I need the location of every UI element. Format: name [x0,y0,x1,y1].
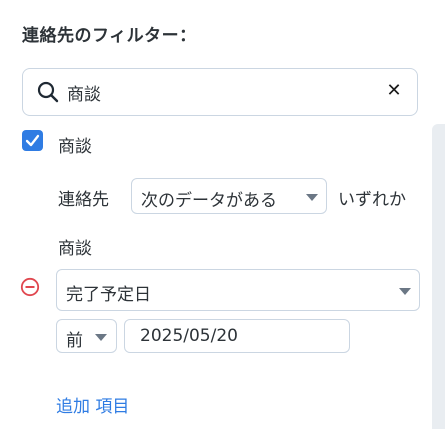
property-select-value: 完了予定日 [66,285,151,305]
add-item-link[interactable]: 追加 項目 [56,392,129,417]
search-icon [37,81,59,103]
object-label: 連絡先 [58,190,109,210]
remove-circle-icon[interactable] [20,277,40,297]
search-input-value[interactable]: 商談 [67,80,101,105]
checkmark-icon [25,134,40,147]
date-input-value[interactable]: 2025/05/20 [140,326,238,346]
checkbox-label: 商談 [58,137,92,157]
operator-select-value: 前 [66,331,83,351]
search-field[interactable]: 商談 ✕ [22,68,418,116]
quantifier-label: いずれか [338,190,406,210]
chevron-down-icon [399,288,411,295]
sub-object-label: 商談 [58,239,92,259]
panel-title: 連絡先のフィルター： [22,26,197,46]
chevron-down-icon [95,334,107,341]
operator-select[interactable]: 前 [56,319,117,353]
scrollbar-track[interactable] [432,124,445,429]
filter-group-checkbox[interactable] [22,130,43,151]
association-select-value: 次のデータがある [141,191,277,211]
chevron-down-icon [306,194,318,201]
property-select[interactable]: 完了予定日 [56,269,420,311]
date-input[interactable]: 2025/05/20 [124,319,350,353]
clear-icon[interactable]: ✕ [383,79,405,103]
association-select[interactable]: 次のデータがある [131,178,327,214]
